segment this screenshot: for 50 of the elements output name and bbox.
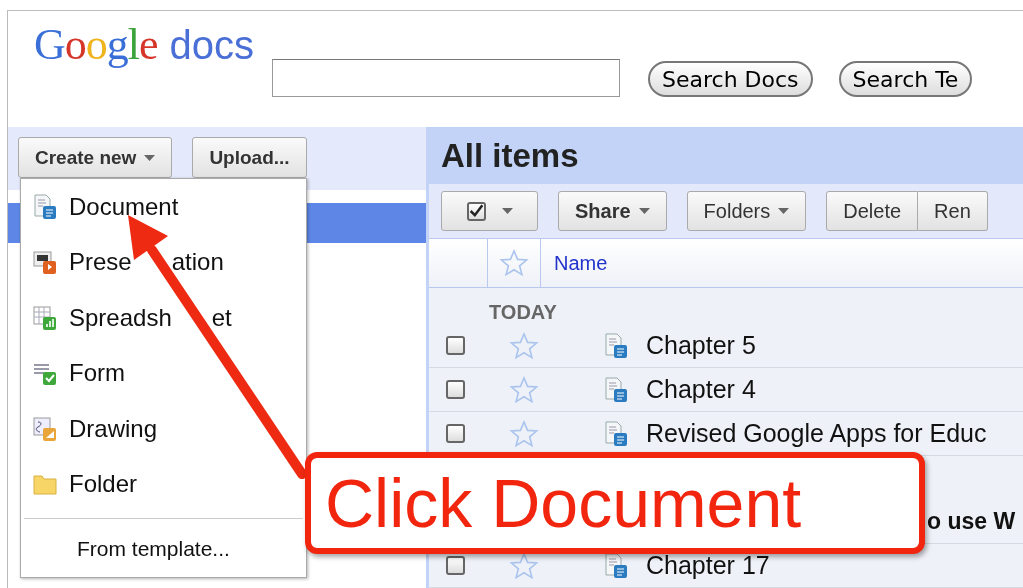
menu-item[interactable]: Document [69, 194, 179, 219]
document-icon [33, 193, 57, 220]
star-icon[interactable] [509, 331, 539, 360]
checkbox[interactable] [446, 380, 465, 399]
checkbox[interactable] [446, 424, 465, 443]
group-label: TODAY [488, 300, 557, 324]
google-docs-logo: Google docs [34, 19, 255, 70]
upload-button[interactable]: Upload... [192, 137, 307, 178]
caret-icon [144, 154, 156, 161]
toolbar-button[interactable]: Folders [686, 191, 807, 232]
search-button[interactable]: Search Docs [648, 61, 813, 97]
toolbar-button[interactable]: Delete [826, 191, 919, 232]
menu-item[interactable]: From template... [77, 537, 230, 560]
star-column-icon[interactable] [499, 249, 529, 277]
caret-icon [778, 208, 790, 215]
document-icon [604, 376, 628, 403]
toolbar-button[interactable]: Share [558, 191, 667, 232]
menu-item[interactable]: Drawing [69, 416, 158, 441]
callout-text: Click Document [325, 469, 802, 537]
page-title: All items [441, 136, 579, 175]
menu-item-text[interactable]: ation [171, 250, 224, 275]
search-field[interactable] [272, 59, 621, 97]
checkbox[interactable] [446, 336, 465, 355]
spreadsheet-icon [33, 304, 57, 331]
menu-item[interactable]: Form [69, 361, 125, 386]
star-icon[interactable] [509, 375, 539, 404]
menu-item[interactable]: Folder [69, 472, 138, 497]
select-dropdown-button[interactable] [441, 191, 538, 232]
presentation-icon [33, 249, 57, 276]
document-name[interactable]: Chapter 5 [646, 331, 756, 360]
checkbox[interactable] [446, 556, 465, 575]
document-name[interactable]: Chapter 17 [646, 551, 770, 580]
menu-item-text[interactable]: Prese [69, 250, 132, 275]
checkbox[interactable] [466, 201, 486, 221]
document-name[interactable]: Revised Google Apps for Educ [646, 419, 987, 448]
caret-icon [638, 208, 650, 215]
search-button[interactable]: Search Te [838, 61, 973, 97]
document-name[interactable]: o use W [927, 508, 1016, 535]
menu-item-text[interactable]: et [211, 305, 232, 330]
drawing-icon [33, 415, 57, 442]
create-new-button[interactable]: Create new [18, 137, 173, 178]
menu-item-text[interactable]: Spreadsh [69, 305, 172, 330]
caret-icon [501, 208, 513, 215]
name-column-header[interactable]: Name [554, 251, 608, 275]
document-icon [604, 420, 628, 447]
toolbar-button[interactable]: Ren [918, 191, 988, 232]
star-icon[interactable] [509, 419, 539, 448]
document-icon [604, 332, 628, 359]
star-icon[interactable] [509, 551, 539, 580]
document-name[interactable]: Chapter 4 [646, 375, 756, 404]
